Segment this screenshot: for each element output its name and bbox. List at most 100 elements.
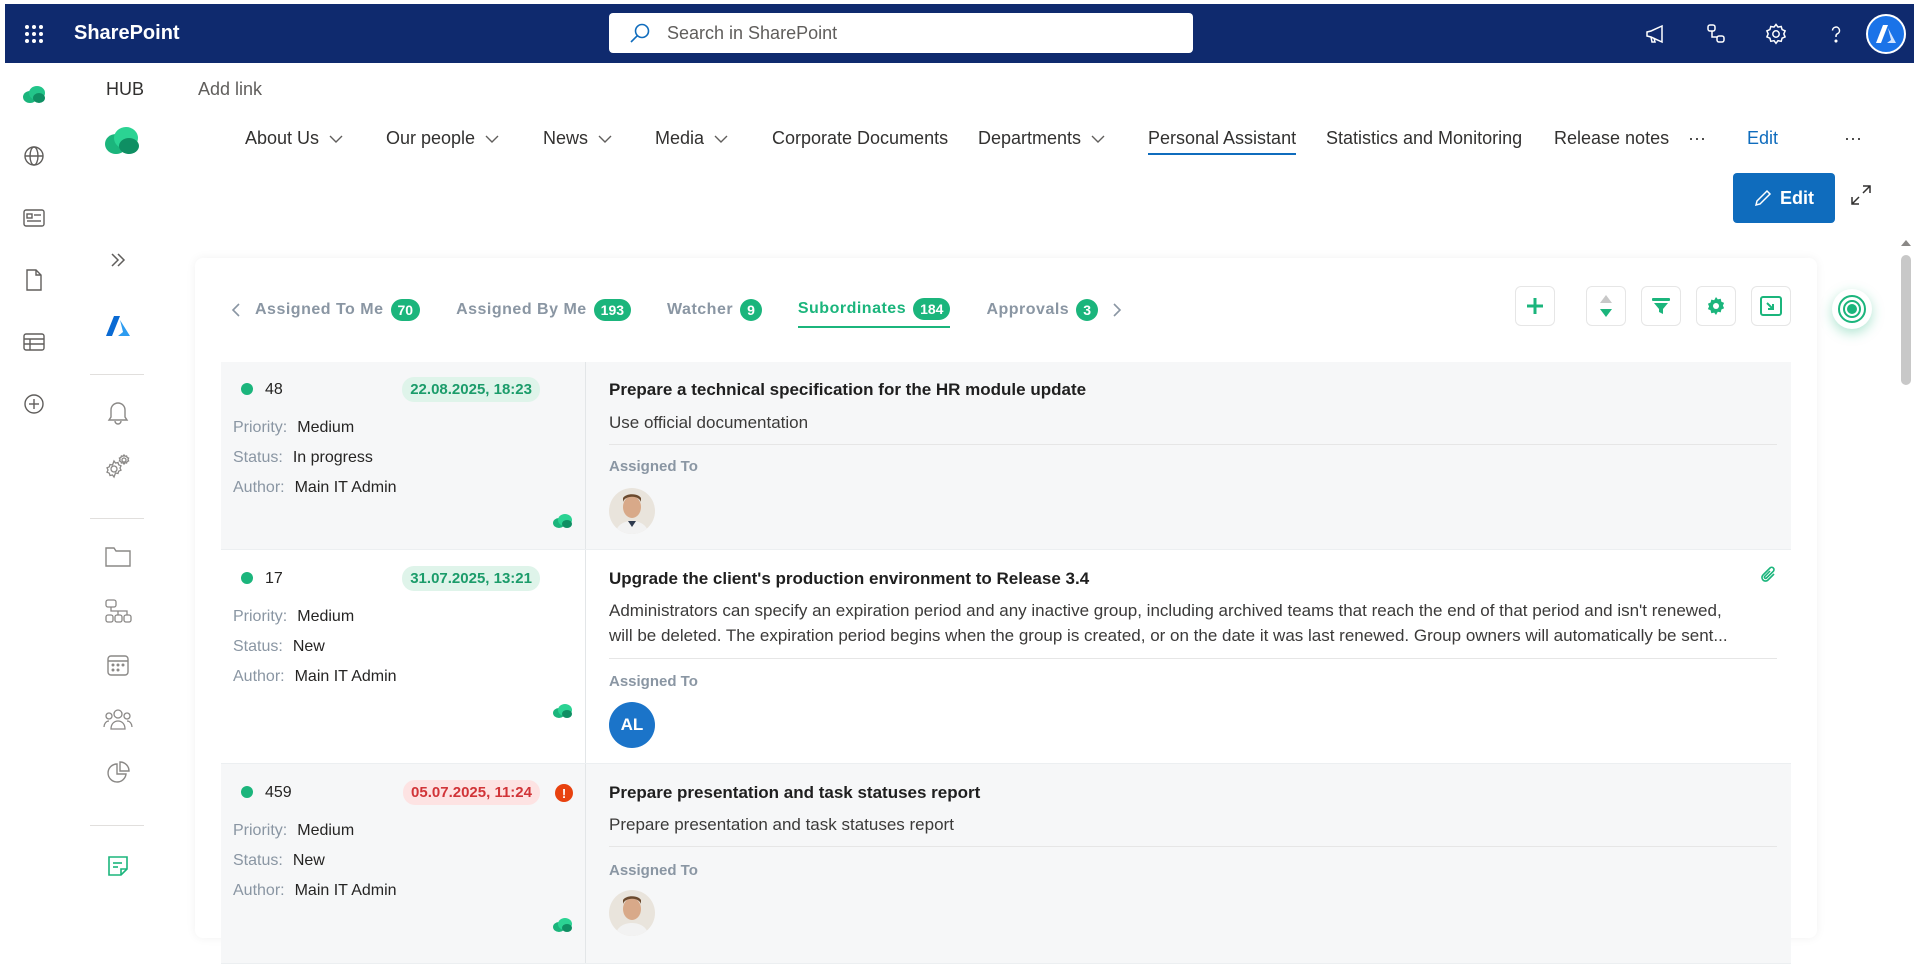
sort-button[interactable]: [1586, 286, 1626, 326]
pie-chart-icon[interactable]: [98, 753, 138, 793]
nav-item-statistics-and-monitoring[interactable]: Statistics and Monitoring: [1326, 128, 1522, 149]
calendar-icon[interactable]: [98, 645, 138, 685]
expand-icon[interactable]: [1850, 184, 1872, 211]
nav-more-button[interactable]: ···: [1688, 128, 1706, 149]
settings-button[interactable]: [1696, 286, 1736, 326]
nav-item-news[interactable]: News: [543, 128, 612, 149]
site-logo-icon[interactable]: [102, 124, 142, 161]
tab-assigned-by-me[interactable]: Assigned By Me 193: [456, 292, 632, 328]
user-avatar[interactable]: [1866, 13, 1906, 54]
megaphone-icon[interactable]: [1626, 4, 1686, 63]
status-value: New: [292, 638, 325, 655]
connections-icon[interactable]: [1686, 4, 1746, 63]
nav-item-departments[interactable]: Departments: [978, 128, 1105, 149]
settings-gears-icon[interactable]: [98, 446, 138, 486]
assistant-target-icon[interactable]: [1832, 289, 1872, 329]
plus-icon: [1527, 298, 1543, 314]
suite-bar-inner: SharePoint Search in SharePoint: [5, 4, 1914, 63]
priority-label: Priority:: [233, 608, 288, 625]
tab-count-badge: 193: [593, 299, 632, 321]
status-value: New: [292, 852, 325, 869]
help-icon[interactable]: [1806, 4, 1866, 63]
tabs-next-icon[interactable]: [1112, 302, 1122, 318]
task-row[interactable]: 48 22.08.2025, 18:23 Priority: Medium Sta…: [221, 362, 1791, 550]
suite-bar: SharePoint Search in SharePoint: [0, 0, 1919, 64]
tab-approvals[interactable]: Approvals 3: [986, 292, 1098, 328]
task-title[interactable]: Prepare a technical specification for th…: [609, 380, 1086, 400]
hub-home-link[interactable]: HUB: [106, 79, 144, 100]
search-box[interactable]: Search in SharePoint: [609, 13, 1193, 53]
people-icon[interactable]: [98, 699, 138, 739]
tab-label: Assigned By Me: [456, 301, 587, 318]
nav-label: Departments: [978, 128, 1082, 148]
task-row[interactable]: 459 05.07.2025, 11:24 ! Priority: Medium …: [221, 764, 1791, 964]
tab-assigned-to-me[interactable]: Assigned To Me 70: [255, 292, 421, 328]
tab-watcher[interactable]: Watcher 9: [667, 292, 762, 328]
filter-button[interactable]: [1641, 286, 1681, 326]
attachment-icon[interactable]: [1759, 566, 1777, 589]
page-scrollbar[interactable]: [1898, 235, 1914, 923]
news-icon[interactable]: [18, 202, 50, 234]
author-label: Author:: [233, 479, 285, 496]
task-id: 48: [265, 381, 283, 398]
task-meta-column: 459 05.07.2025, 11:24 ! Priority: Medium …: [221, 764, 586, 963]
status-dot: [241, 572, 253, 584]
tab-label: Assigned To Me: [255, 301, 384, 318]
globe-icon[interactable]: [18, 140, 50, 172]
tab-subordinates[interactable]: Subordinates 184: [797, 292, 951, 328]
suite-actions: [1626, 4, 1914, 63]
search-icon: [630, 23, 650, 43]
assignee-avatar[interactable]: [609, 488, 655, 534]
personal-assistant-card: Assigned To Me 70 Assigned By Me 193 Watch…: [195, 258, 1817, 964]
assigned-to-label: Assigned To: [609, 862, 698, 879]
task-status: Status: New: [233, 638, 325, 656]
assignee-avatar[interactable]: [609, 890, 655, 936]
edit-page-button[interactable]: Edit: [1733, 173, 1835, 223]
home-cloud-icon[interactable]: [18, 78, 50, 110]
tabs-prev-icon[interactable]: [231, 302, 241, 318]
author-label: Author:: [233, 882, 285, 899]
create-icon[interactable]: [18, 388, 50, 420]
task-content: Upgrade the client's production environm…: [609, 550, 1777, 763]
divider: [609, 846, 1777, 847]
tab-count-badge: 184: [913, 298, 951, 320]
site-actions-ellipsis[interactable]: ···: [1844, 128, 1862, 149]
source-cloud-icon: [551, 510, 575, 532]
list-icon[interactable]: [18, 326, 50, 358]
task-row[interactable]: 17 31.07.2025, 13:21 Priority: Medium Sta…: [221, 550, 1791, 764]
add-task-button[interactable]: [1515, 286, 1555, 326]
chevron-down-icon: [598, 135, 612, 143]
tasks-note-icon[interactable]: [98, 846, 138, 886]
nav-item-release-notes[interactable]: Release notes: [1554, 128, 1669, 149]
task-title[interactable]: Prepare presentation and task statuses r…: [609, 783, 980, 803]
scrollbar-thumb[interactable]: [1901, 255, 1911, 385]
scroll-up-icon[interactable]: [1898, 237, 1914, 249]
filter-icon: [1652, 298, 1670, 314]
assignee-avatar[interactable]: AL: [609, 702, 655, 748]
add-link[interactable]: Add link: [198, 79, 262, 100]
workflow-icon[interactable]: [98, 591, 138, 631]
description-line: will be deleted. The expiration period b…: [609, 626, 1728, 645]
hub-navigation: HUB Add link: [68, 64, 1919, 114]
tab-count-badge: 9: [740, 299, 762, 321]
nav-item-media[interactable]: Media: [655, 128, 728, 149]
folder-icon[interactable]: [98, 536, 138, 576]
document-icon[interactable]: [18, 264, 50, 296]
task-title[interactable]: Upgrade the client's production environm…: [609, 569, 1089, 589]
bell-icon[interactable]: [98, 392, 138, 432]
expand-panel-icon[interactable]: [98, 240, 138, 280]
nav-item-our-people[interactable]: Our people: [386, 128, 499, 149]
brand-name[interactable]: SharePoint: [74, 22, 180, 45]
divider: [609, 658, 1777, 659]
tab-count-badge: 70: [390, 299, 421, 321]
priority-value: Medium: [297, 419, 355, 436]
gear-icon[interactable]: [1746, 4, 1806, 63]
nav-item-about-us[interactable]: About Us: [245, 128, 343, 149]
nav-item-corporate-documents[interactable]: Corporate Documents: [772, 128, 948, 149]
open-window-button[interactable]: [1751, 286, 1791, 326]
nav-edit-link[interactable]: Edit: [1747, 128, 1778, 149]
nav-item-personal-assistant[interactable]: Personal Assistant: [1148, 128, 1297, 155]
azure-icon[interactable]: [98, 306, 138, 346]
author-label: Author:: [233, 668, 285, 685]
app-launcher-icon[interactable]: [5, 4, 63, 63]
